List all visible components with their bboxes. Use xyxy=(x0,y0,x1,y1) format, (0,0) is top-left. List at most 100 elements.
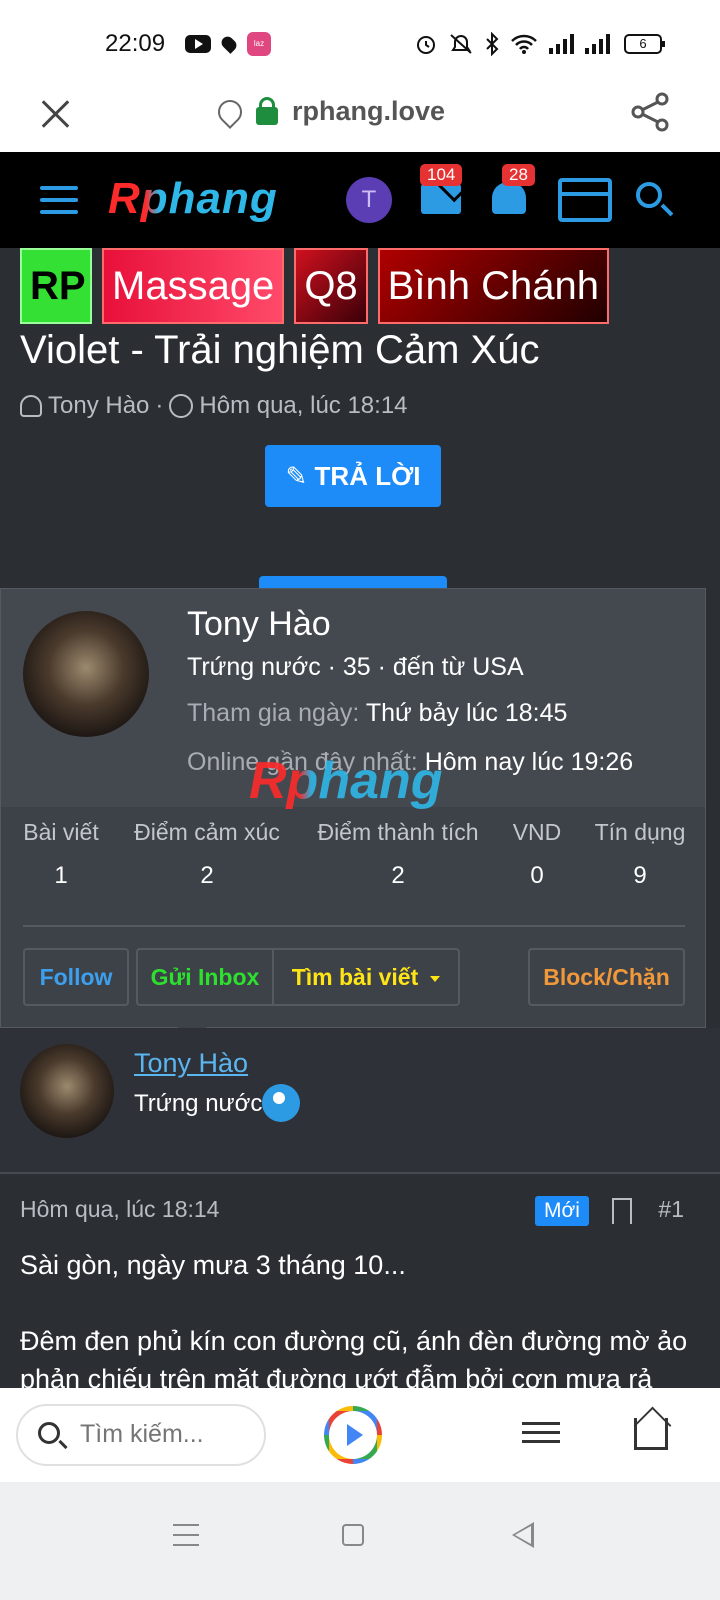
user-avatar[interactable]: T xyxy=(346,177,392,223)
stat-trophy-points: Điểm thành tích 2 xyxy=(315,819,481,890)
inbox-icon[interactable] xyxy=(421,184,461,214)
user-icon xyxy=(20,395,42,417)
post-author-name[interactable]: Tony Hào xyxy=(134,1048,248,1079)
online-value: Hôm nay lúc 19:26 xyxy=(424,748,634,776)
stat-label: Bài viết xyxy=(23,819,99,845)
prefix-rp[interactable]: RP xyxy=(20,248,92,324)
pencil-icon: ✎ xyxy=(285,461,308,491)
menu-icon[interactable] xyxy=(40,186,78,214)
thread-title: Violet - Trải nghiệm Cảm Xúc xyxy=(20,328,540,372)
lock-icon xyxy=(256,96,278,125)
joined-label: Tham gia ngày: xyxy=(187,699,360,727)
post-date[interactable]: Hôm qua, lúc 18:14 xyxy=(20,1196,219,1223)
wifi-icon xyxy=(511,34,537,54)
meta-separator: · xyxy=(155,392,164,419)
reply-label: TRẢ LỜI xyxy=(314,461,421,491)
status-time: 22:09 xyxy=(105,30,166,57)
find-posts-label: Tìm bài viết xyxy=(291,964,419,990)
stat-value: 2 xyxy=(200,862,214,889)
browser-bottom-bar xyxy=(0,1388,720,1482)
post-paragraph: Sài gòn, ngày mưa 3 tháng 10... xyxy=(20,1250,406,1280)
site-header: Rphang T 104 28 xyxy=(0,152,720,248)
bell-icon[interactable] xyxy=(492,182,526,214)
user-edit-icon xyxy=(262,1084,300,1122)
recent-apps-icon[interactable] xyxy=(173,1524,199,1546)
stat-value: 0 xyxy=(530,862,544,889)
stat-reaction-score: Điểm cảm xúc 2 xyxy=(131,819,283,890)
thread-meta: Tony Hào · Hôm qua, lúc 18:14 xyxy=(20,392,408,420)
status-right-icons xyxy=(414,32,610,56)
stat-value: 1 xyxy=(54,862,68,889)
browser-search-input[interactable] xyxy=(80,1420,250,1449)
search-icon xyxy=(38,1422,60,1444)
battery-icon: 6 xyxy=(624,34,665,54)
youtube-icon xyxy=(185,35,211,53)
stat-value: 2 xyxy=(391,862,405,889)
post-number[interactable]: #1 xyxy=(658,1196,684,1223)
thread-prefixes: RP Massage Q8 Bình Chánh xyxy=(20,248,609,324)
stat-credit: Tín dụng 9 xyxy=(593,819,687,890)
stat-label: VND xyxy=(512,819,562,845)
url-display[interactable]: rphang.love xyxy=(213,94,446,129)
post-author-avatar[interactable] xyxy=(20,1044,114,1138)
alerts-count-badge: 28 xyxy=(502,164,535,186)
store-icon[interactable] xyxy=(558,178,612,222)
stat-label: Điểm thành tích xyxy=(317,819,479,845)
chevron-down-icon xyxy=(430,975,441,982)
post-author-title: Trứng nước xyxy=(134,1090,263,1117)
member-subtitle: Trứng nước · 35 · đến từ USA xyxy=(187,653,524,681)
member-joined: Tham gia ngày: Thứ bảy lúc 18:45 xyxy=(187,699,567,728)
share-icon[interactable] xyxy=(630,92,670,132)
site-logo[interactable]: Rphang xyxy=(108,174,278,224)
clock-icon xyxy=(169,394,194,418)
system-nav-bar xyxy=(0,1482,720,1600)
member-name[interactable]: Tony Hào xyxy=(187,605,331,644)
thread-date: Hôm qua, lúc 18:14 xyxy=(199,392,408,419)
stat-label: Tín dụng xyxy=(594,819,686,845)
stat-posts: Bài viết 1 xyxy=(23,819,99,890)
signal-icon xyxy=(549,34,574,54)
browser-search-box[interactable] xyxy=(16,1404,266,1466)
find-posts-button[interactable]: Tìm bài viết xyxy=(272,948,460,1006)
new-badge: Mới xyxy=(535,1196,589,1226)
mute-icon xyxy=(450,34,472,54)
thread-author[interactable]: Tony Hào xyxy=(48,392,149,420)
member-avatar[interactable] xyxy=(23,611,149,737)
site-watermark: Rphang xyxy=(249,752,443,810)
home-nav-icon[interactable] xyxy=(342,1524,364,1546)
reply-button[interactable]: ✎ TRẢ LỜI xyxy=(265,445,441,507)
url-domain: rphang.love xyxy=(292,96,446,126)
post-author-block: Tony Hào Trứng nước xyxy=(0,1028,720,1172)
location-off-icon xyxy=(213,94,247,129)
send-inbox-button[interactable]: Gửi Inbox xyxy=(136,948,274,1006)
list-icon[interactable] xyxy=(522,1422,560,1446)
prefix-massage[interactable]: Massage xyxy=(102,248,285,324)
location-icon xyxy=(219,34,239,54)
close-icon[interactable] xyxy=(38,96,74,132)
lazada-icon: laz xyxy=(247,32,271,56)
bookmark-icon[interactable] xyxy=(612,1198,632,1224)
search-icon[interactable] xyxy=(636,182,662,208)
stat-vnd: VND 0 xyxy=(511,819,563,890)
alarm-icon xyxy=(417,36,435,54)
home-icon[interactable] xyxy=(634,1418,668,1450)
prefix-binh-chanh[interactable]: Bình Chánh xyxy=(377,248,609,324)
post-paragraph: Đêm đen phủ kín con đường cũ, ánh đèn đư… xyxy=(20,1326,688,1394)
card-divider xyxy=(23,925,685,927)
block-button[interactable]: Block/Chặn xyxy=(528,948,685,1006)
member-tooltip-card: Tony Hào Trứng nước · 35 · đến từ USA Th… xyxy=(0,588,706,1028)
divider xyxy=(0,1172,720,1174)
stat-value: 9 xyxy=(633,862,647,889)
url-bar: rphang.love xyxy=(0,76,720,152)
inbox-count-badge: 104 xyxy=(420,164,463,186)
member-card-header: Tony Hào Trứng nước · 35 · đến từ USA Th… xyxy=(1,589,705,810)
prefix-q8[interactable]: Q8 xyxy=(294,248,368,324)
status-bar: 22:09 laz 6 xyxy=(0,0,720,76)
play-icon[interactable] xyxy=(324,1406,382,1464)
bluetooth-icon xyxy=(486,32,499,56)
status-left-icons: laz xyxy=(185,32,271,56)
joined-value: Thứ bảy lúc 18:45 xyxy=(365,699,568,727)
back-icon[interactable] xyxy=(512,1522,534,1548)
signal-icon-2 xyxy=(585,34,610,54)
follow-button[interactable]: Follow xyxy=(23,948,129,1006)
